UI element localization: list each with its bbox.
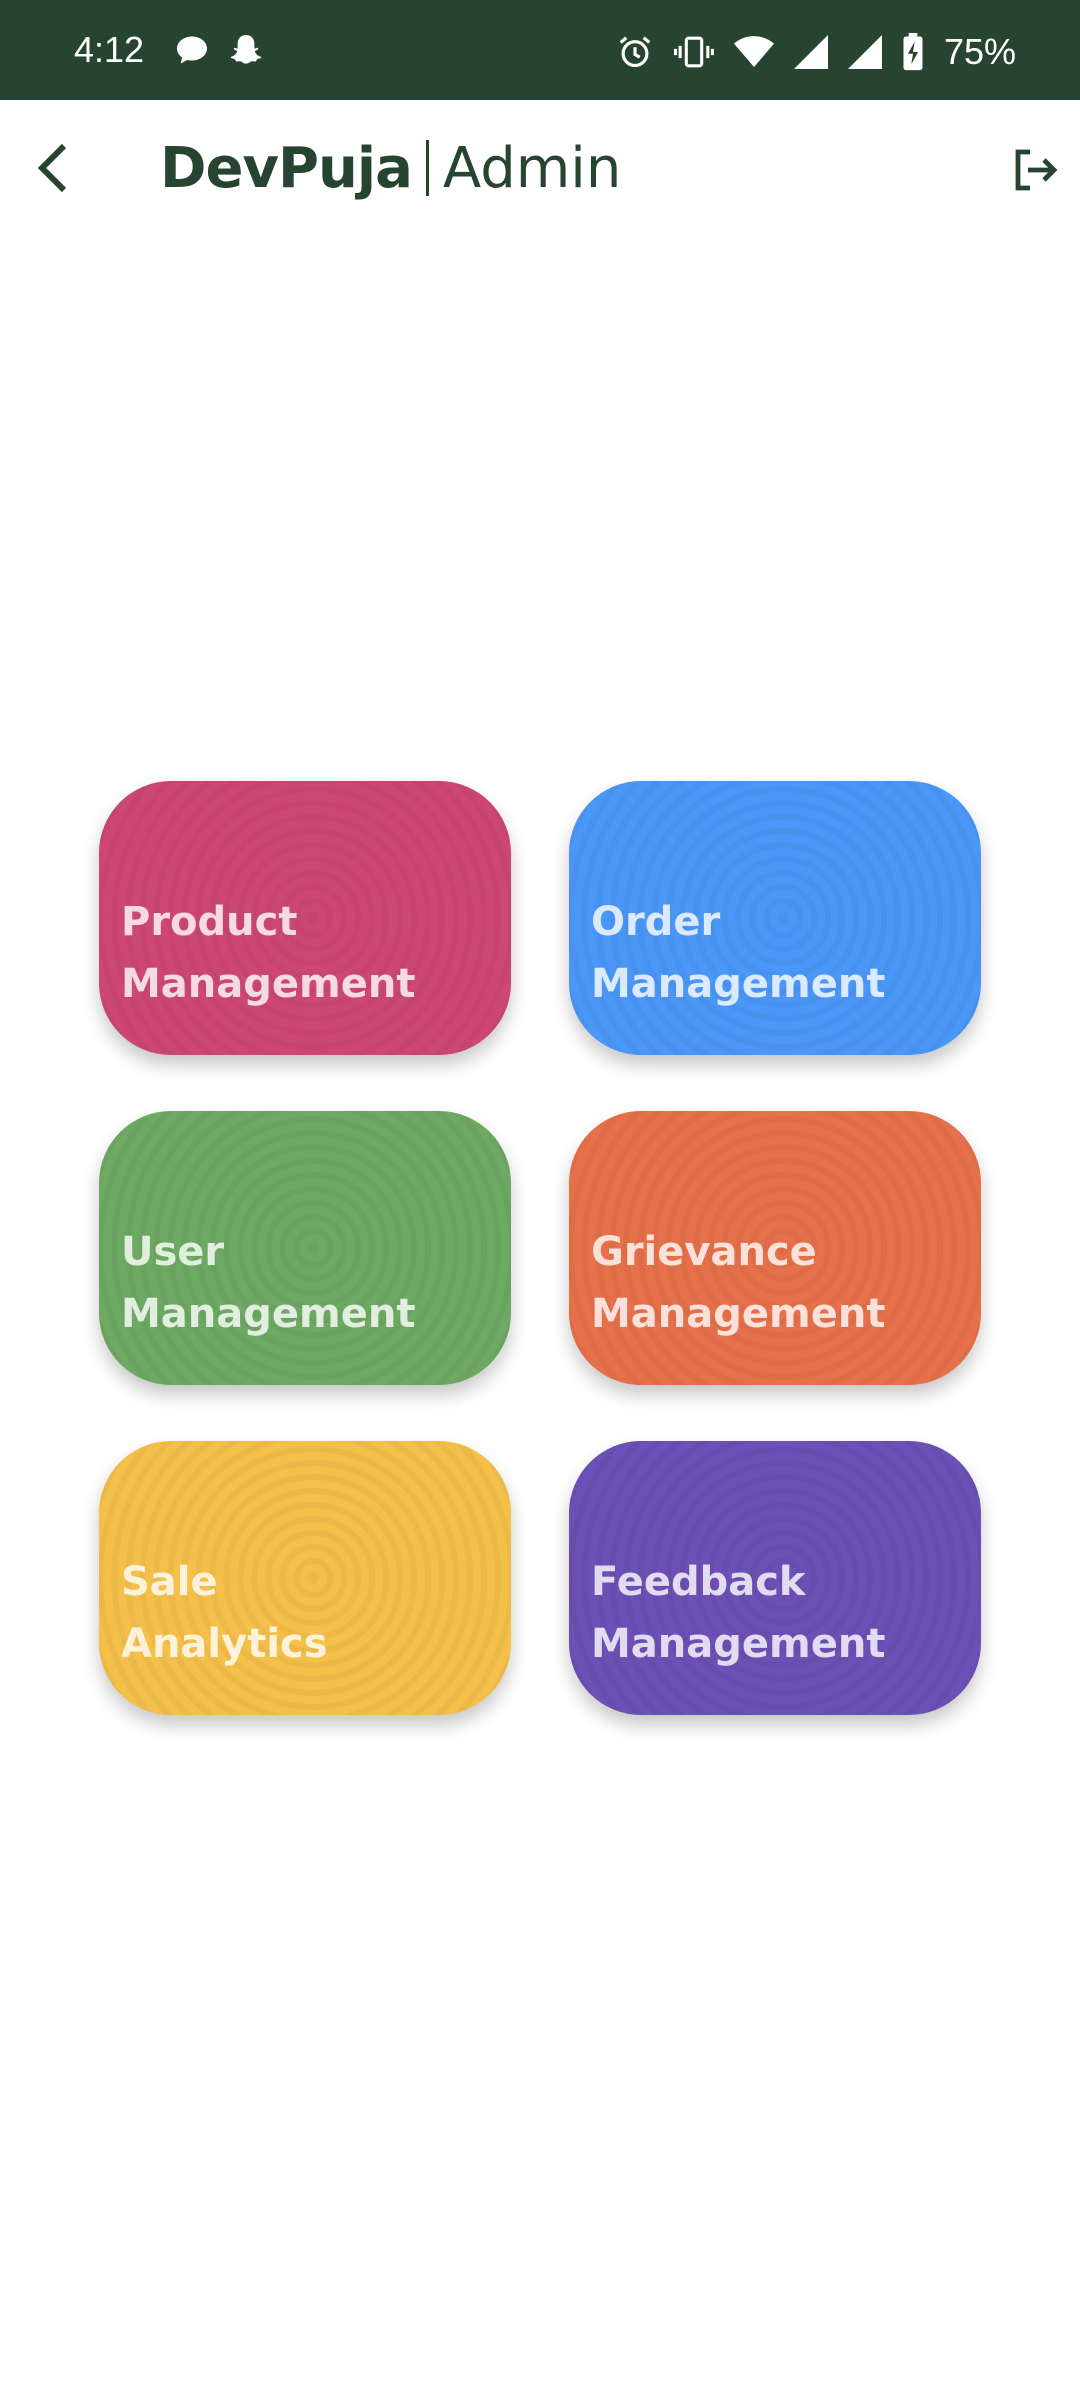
grievance-management-tile[interactable]: Grievance Management [569, 1111, 981, 1385]
order-management-tile[interactable]: Order Management [569, 781, 981, 1055]
signal-icon [793, 35, 828, 69]
chevron-left-icon [34, 142, 74, 194]
status-notification-icons [174, 32, 264, 68]
alarm-icon [616, 33, 654, 71]
brand-role: Admin [442, 135, 622, 201]
logout-icon [1010, 146, 1058, 194]
app-bar: DevPuja Admin [0, 100, 1080, 240]
status-system-icons: 75% [616, 24, 1016, 80]
back-button[interactable] [26, 140, 82, 196]
battery-charging-icon [902, 33, 924, 71]
vibrate-icon [673, 33, 714, 71]
brand-divider [425, 140, 429, 196]
tile-label: Product Management [121, 899, 416, 1007]
sale-analytics-tile[interactable]: Sale Analytics [99, 1441, 511, 1715]
brand-title: DevPuja Admin [160, 130, 621, 206]
tile-label: Feedback Management [591, 1559, 886, 1667]
status-bar: 4:12 75% [0, 0, 1080, 100]
user-management-tile[interactable]: User Management [99, 1111, 511, 1385]
product-management-tile[interactable]: Product Management [99, 781, 511, 1055]
battery-percentage: 75% [943, 31, 1016, 72]
tile-label: Sale Analytics [121, 1559, 328, 1667]
logout-button[interactable] [1004, 140, 1064, 200]
signal-icon [847, 35, 882, 69]
status-time: 4:12 [74, 29, 145, 70]
feedback-management-tile[interactable]: Feedback Management [569, 1441, 981, 1715]
admin-menu-grid: Product Management Order Management User… [99, 781, 981, 1715]
tile-label: User Management [121, 1229, 416, 1337]
snapchat-ghost-icon [228, 32, 264, 68]
tile-label: Order Management [591, 899, 886, 1007]
chat-bubble-icon [174, 32, 210, 68]
tile-label: Grievance Management [591, 1229, 886, 1337]
brand-name: DevPuja [160, 135, 413, 201]
wifi-icon [733, 34, 774, 70]
